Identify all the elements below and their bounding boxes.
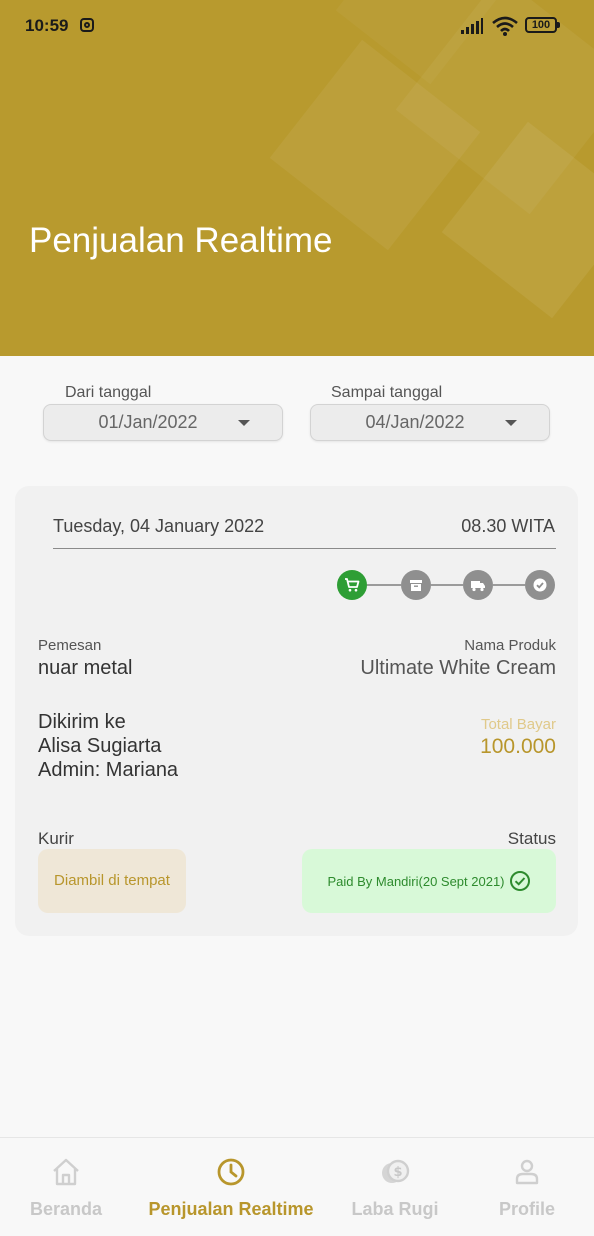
nav-item-profile[interactable]: Profile: [487, 1138, 567, 1236]
nav-item-laba-rugi[interactable]: $ Laba Rugi: [345, 1138, 445, 1236]
coins-icon: $: [382, 1159, 410, 1183]
step-done: [525, 570, 555, 600]
box-icon: [410, 580, 422, 591]
to-date-value: 04/Jan/2022: [365, 412, 465, 432]
from-date-dropdown[interactable]: 01/Jan/2022: [43, 404, 283, 441]
nav-label: Penjualan Realtime: [148, 1199, 314, 1219]
clock-icon: [217, 1158, 245, 1186]
step-connector: [367, 584, 401, 586]
header: 10:59 100 Penjualan Realtime: [0, 0, 594, 356]
status-time: 10:59: [25, 16, 69, 35]
order-date: Tuesday, 04 January 2022: [53, 516, 265, 536]
bottom-navigation: Beranda Penjualan Realtime $ Laba Rugi P…: [0, 1137, 594, 1236]
admin-name: Admin: Mariana: [38, 759, 179, 781]
chevron-down-icon: [505, 420, 517, 426]
courier-label: Kurir: [38, 829, 74, 848]
step-shipped: [463, 570, 493, 600]
customer-name: nuar metal: [38, 657, 133, 679]
signal-icon: [461, 18, 483, 34]
status-label: Status: [507, 829, 556, 848]
order-progress-stepper: [337, 570, 555, 600]
payment-status-text: Paid By Mandiri(20 Sept 2021): [327, 873, 505, 889]
check-circle-icon: [509, 871, 530, 891]
step-cart: [337, 570, 367, 600]
wifi-icon: [492, 16, 518, 36]
battery-icon: 100: [525, 17, 560, 33]
page-title: Penjualan Realtime: [29, 221, 333, 260]
nav-item-penjualan-realtime[interactable]: Penjualan Realtime: [146, 1138, 316, 1236]
from-date-value: 01/Jan/2022: [98, 412, 198, 432]
order-time: 08.30 WITA: [461, 516, 555, 536]
divider: [53, 548, 556, 549]
from-date-label: Dari tanggal: [65, 384, 152, 401]
chevron-down-icon: [238, 420, 250, 426]
nav-label: Beranda: [29, 1199, 103, 1219]
order-card[interactable]: Tuesday, 04 January 2022 08.30 WITA Peme…: [15, 486, 578, 936]
product-name: Ultimate White Cream: [360, 657, 556, 679]
ship-recipient: Alisa Sugiarta: [38, 735, 162, 757]
courier-badge: Diambil di tempat: [38, 849, 186, 913]
nav-label: Laba Rugi: [351, 1199, 439, 1219]
truck-icon: [471, 581, 485, 592]
total-label: Total Bayar: [480, 716, 556, 733]
home-icon: [53, 1158, 79, 1186]
cart-icon: [345, 578, 360, 592]
product-label: Nama Produk: [464, 637, 556, 654]
customer-label: Pemesan: [38, 637, 102, 654]
payment-status-badge: Paid By Mandiri(20 Sept 2021): [302, 849, 556, 913]
nav-item-beranda[interactable]: Beranda: [20, 1138, 112, 1236]
nav-label: Profile: [498, 1199, 555, 1219]
step-connector: [431, 584, 463, 586]
ship-label: Dikirim ke: [38, 711, 126, 733]
total-value: 100.000: [480, 735, 556, 758]
step-packed: [401, 570, 431, 600]
person-icon: [515, 1159, 539, 1185]
check-icon: [533, 578, 547, 592]
instagram-icon: [80, 18, 94, 32]
to-date-label: Sampai tanggal: [331, 384, 443, 401]
step-connector: [493, 584, 525, 586]
to-date-dropdown[interactable]: 04/Jan/2022: [310, 404, 550, 441]
svg-text:$: $: [393, 1165, 402, 1180]
status-bar: 10:59 100: [0, 0, 594, 54]
